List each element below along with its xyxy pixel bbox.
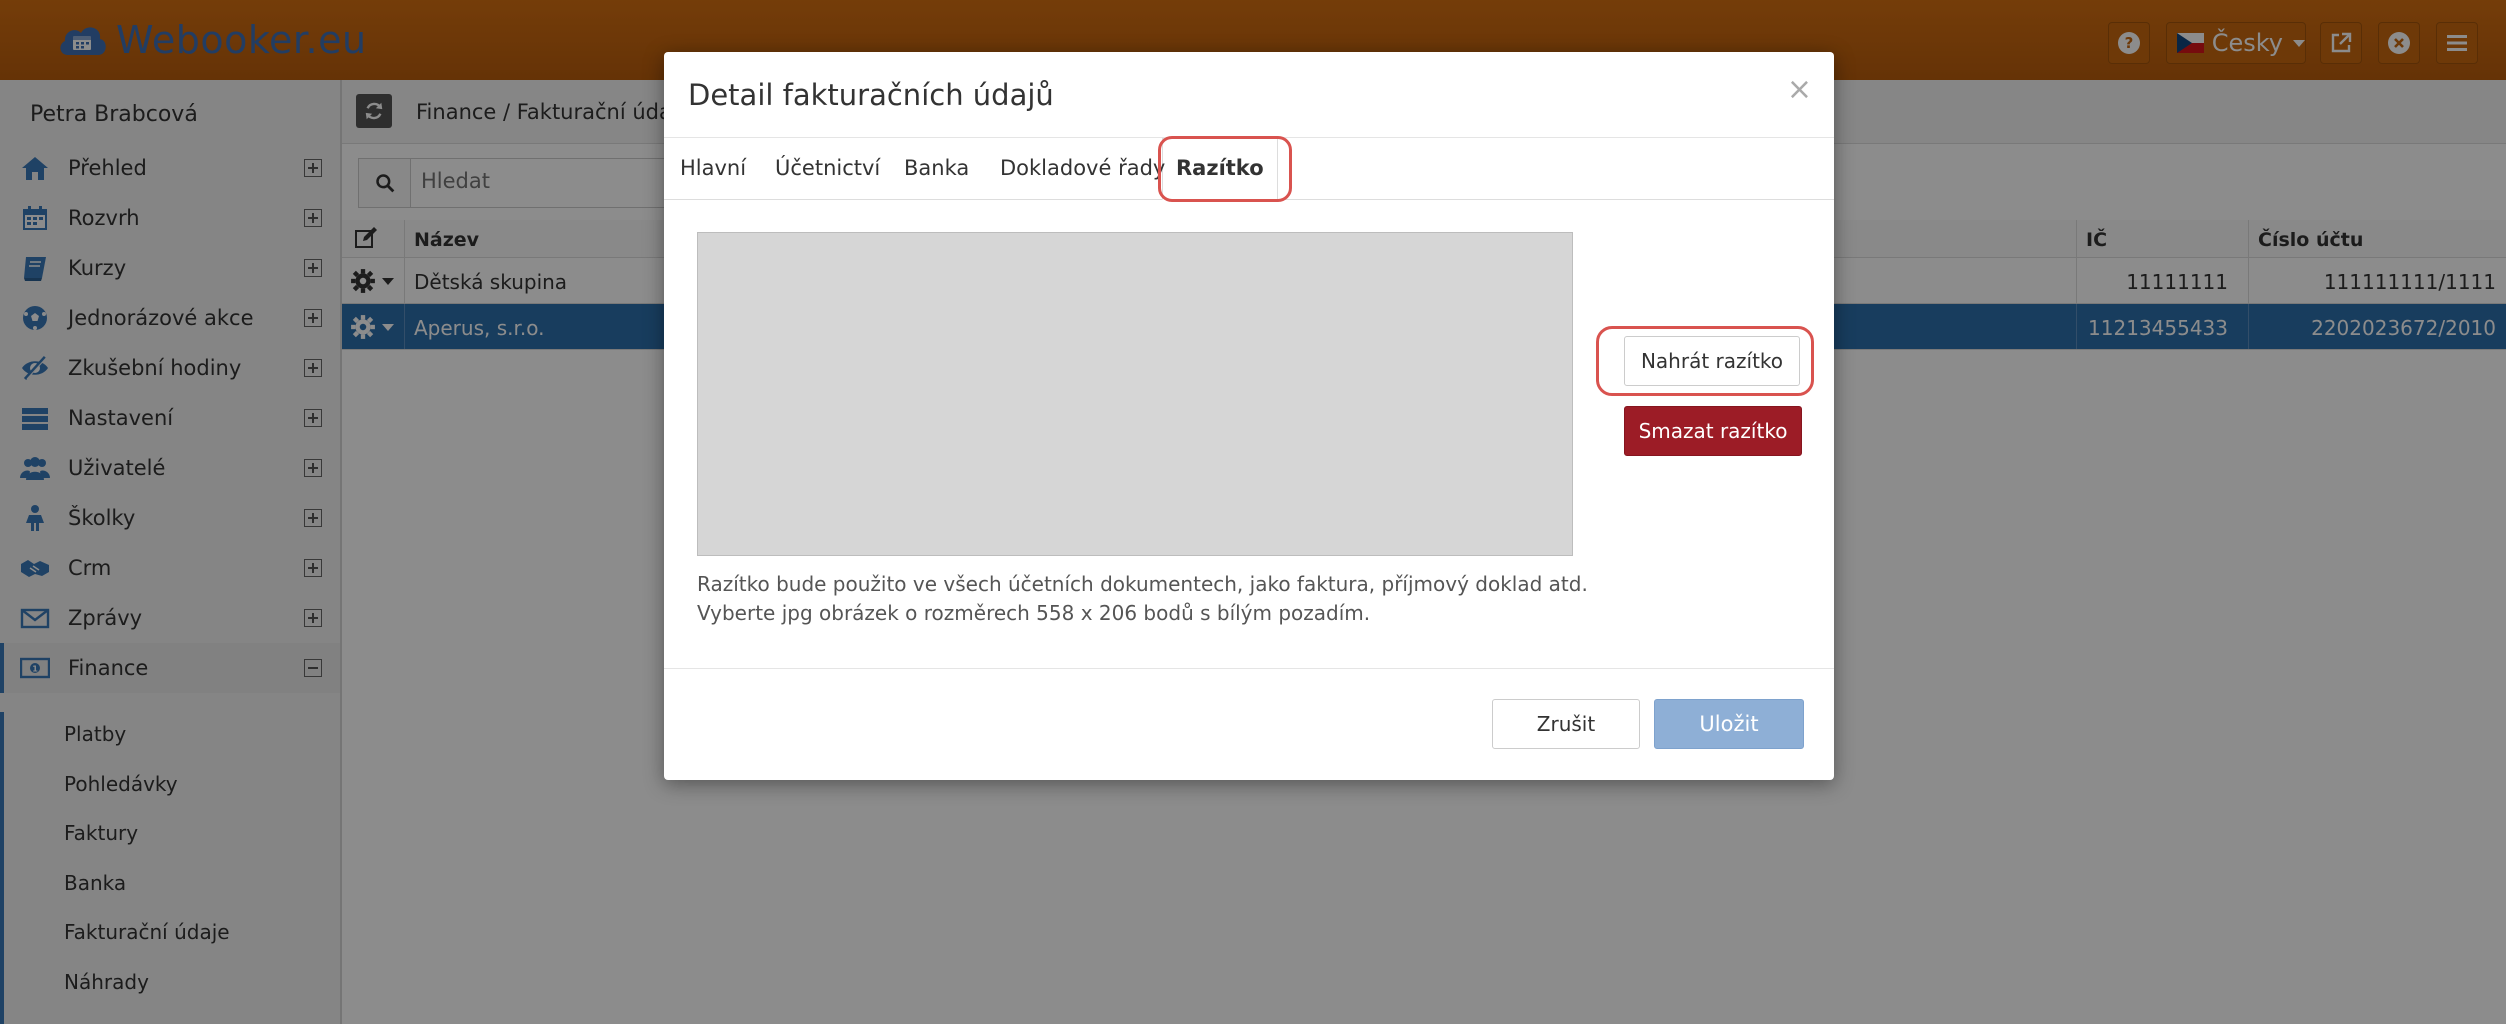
help-line: Vyberte jpg obrázek o rozměrech 558 x 20… bbox=[697, 601, 1371, 625]
help-text: Razítko bude použito ve všech účetních d… bbox=[697, 570, 1588, 628]
tab-banka[interactable]: Banka bbox=[904, 156, 969, 180]
modal-header: Detail fakturačních údajů × bbox=[664, 52, 1834, 138]
highlight-annotation bbox=[1596, 326, 1814, 396]
cancel-button[interactable]: Zrušit bbox=[1492, 699, 1640, 749]
modal-footer: Zrušit Uložit bbox=[664, 668, 1834, 780]
close-icon[interactable]: × bbox=[1787, 72, 1812, 107]
tab-hlavni[interactable]: Hlavní bbox=[680, 156, 746, 180]
stamp-preview bbox=[697, 232, 1573, 556]
tab-dokladove-rady[interactable]: Dokladové řady bbox=[1000, 156, 1165, 180]
save-button[interactable]: Uložit bbox=[1654, 699, 1804, 749]
highlight-annotation bbox=[1158, 136, 1292, 202]
help-line: Razítko bude použito ve všech účetních d… bbox=[697, 572, 1588, 596]
modal-title: Detail fakturačních údajů bbox=[688, 78, 1054, 112]
tab-ucetnictvi[interactable]: Účetnictví bbox=[775, 156, 880, 180]
billing-detail-dialog: Detail fakturačních údajů × Hlavní Účetn… bbox=[664, 52, 1834, 780]
delete-stamp-button[interactable]: Smazat razítko bbox=[1624, 406, 1802, 456]
